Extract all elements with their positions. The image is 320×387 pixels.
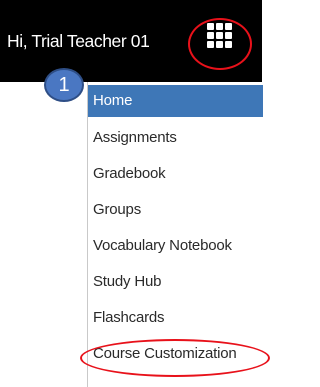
menu-item-home[interactable]: Home xyxy=(88,85,263,117)
user-greeting: Hi, Trial Teacher 01 xyxy=(7,31,150,51)
menu-item-study-hub[interactable]: Study Hub xyxy=(88,266,263,298)
navigation-dropdown-menu: Home Assignments Gradebook Groups Vocabu… xyxy=(87,82,263,387)
top-header-bar: Hi, Trial Teacher 01 xyxy=(0,0,262,82)
menu-item-assignments[interactable]: Assignments xyxy=(88,122,263,154)
step-number-badge: 1 xyxy=(44,68,84,102)
menu-item-gradebook[interactable]: Gradebook xyxy=(88,158,263,190)
menu-item-flashcards[interactable]: Flashcards xyxy=(88,302,263,334)
menu-item-vocabulary-notebook[interactable]: Vocabulary Notebook xyxy=(88,230,263,262)
menu-item-groups[interactable]: Groups xyxy=(88,194,263,226)
menu-item-course-customization[interactable]: Course Customization xyxy=(88,338,263,370)
apps-menu-button[interactable] xyxy=(190,14,248,68)
apps-grid-icon xyxy=(207,23,232,48)
